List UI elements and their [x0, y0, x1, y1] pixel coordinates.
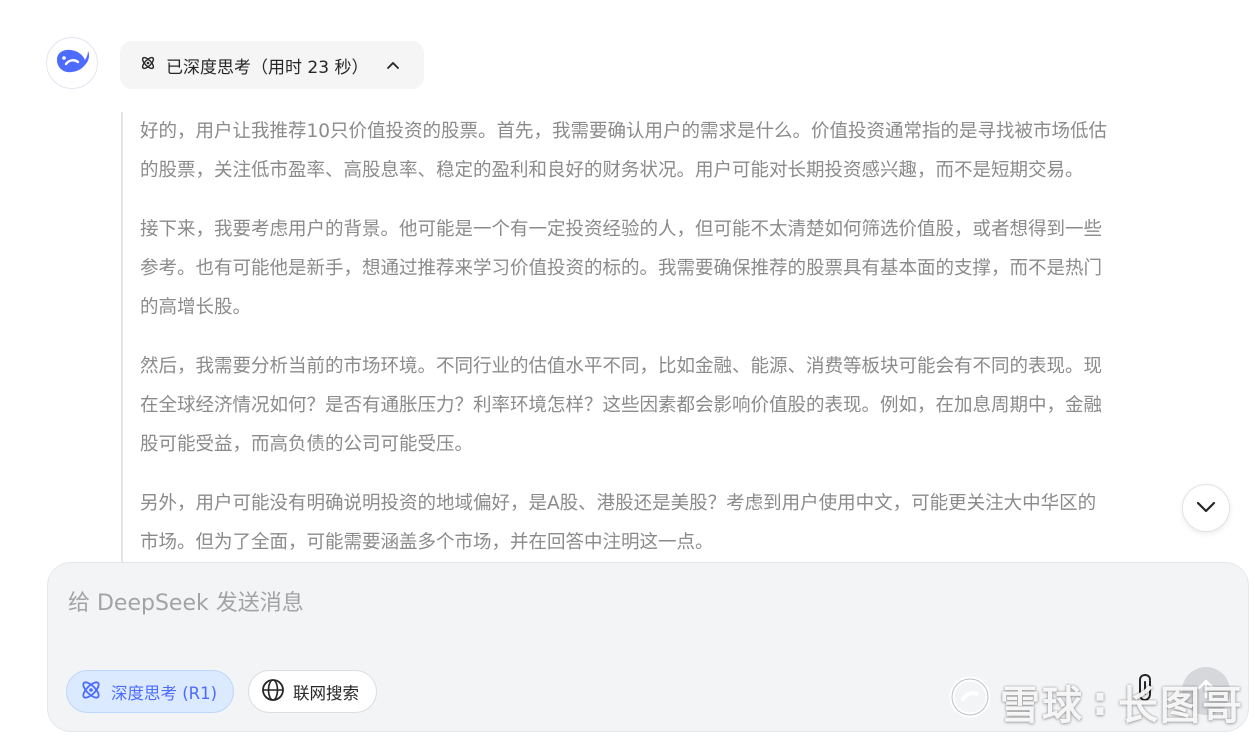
thinking-status-label: 已深度思考（用时 23 秒） — [166, 57, 369, 78]
thought-paragraph: 好的，用户让我推荐10只价值投资的股票。首先，我需要确认用户的需求是什么。价值投… — [140, 112, 1255, 190]
thought-paragraph: 然后，我需要分析当前的市场环境。不同行业的估值水平不同，比如金融、能源、消费等板… — [140, 347, 1255, 464]
thinking-toggle-button[interactable]: 已深度思考（用时 23 秒） — [120, 41, 424, 89]
thought-paragraph: 接下来，我要考虑用户的背景。他可能是一个有一定投资经验的人，但可能不太清楚如何筛… — [140, 210, 1255, 327]
web-search-toggle[interactable]: 联网搜索 — [248, 670, 377, 713]
atom-icon — [140, 55, 156, 75]
thought-line: 好的，用户让我推荐10只价值投资的股票。首先，我需要确认用户的需求是什么。价值投… — [140, 121, 1108, 142]
thought-line: 在全球经济情况如何？是否有通胀压力？利率环境怎样？这些因素都会影响价值股的表现。… — [140, 395, 1103, 416]
thought-line: 的股票，关注低市盈率、高股息率、稳定的盈利和良好的财务状况。用户可能对长期投资感… — [140, 160, 1084, 181]
send-button[interactable] — [1182, 667, 1230, 715]
scroll-to-bottom-button[interactable] — [1182, 484, 1230, 532]
atom-icon — [79, 678, 103, 706]
message-input[interactable]: 给 DeepSeek 发送消息 — [68, 585, 304, 617]
message-composer[interactable]: 给 DeepSeek 发送消息 深度思考 (R1) 联网搜索 — [47, 562, 1249, 732]
thought-line: 然后，我需要分析当前的市场环境。不同行业的估值水平不同，比如金融、能源、消费等板… — [140, 356, 1103, 377]
assistant-avatar — [46, 37, 98, 89]
thought-line: 的高增长股。 — [140, 297, 252, 318]
deepseek-whale-icon — [54, 46, 90, 80]
web-search-label: 联网搜索 — [293, 683, 359, 703]
thought-line: 股可能受益，而高负债的公司可能受压。 — [140, 434, 474, 455]
chevron-up-icon — [386, 60, 400, 70]
thought-line: 市场。但为了全面，可能需要涵盖多个市场，并在回答中注明这一点。 — [140, 532, 714, 553]
arrow-up-icon — [1196, 678, 1216, 704]
thought-line: 参考。也有可能他是新手，想通过推荐来学习价值投资的标的。我需要确保推荐的股票具有… — [140, 258, 1103, 279]
thought-content: 好的，用户让我推荐10只价值投资的股票。首先，我需要确认用户的需求是什么。价值投… — [121, 112, 1255, 562]
globe-icon — [261, 678, 285, 706]
chevron-down-icon — [1195, 499, 1217, 518]
paperclip-icon — [1136, 673, 1156, 707]
attach-file-button[interactable] — [1128, 670, 1164, 710]
thought-line: 另外，用户可能没有明确说明投资的地域偏好，是A股、港股还是美股？考虑到用户使用中… — [140, 493, 1097, 514]
thought-line: 接下来，我要考虑用户的背景。他可能是一个有一定投资经验的人，但可能不太清楚如何筛… — [140, 219, 1103, 240]
deep-think-toggle[interactable]: 深度思考 (R1) — [66, 670, 234, 713]
deep-think-label: 深度思考 (R1) — [111, 683, 218, 703]
thought-paragraph: 另外，用户可能没有明确说明投资的地域偏好，是A股、港股还是美股？考虑到用户使用中… — [140, 484, 1255, 562]
